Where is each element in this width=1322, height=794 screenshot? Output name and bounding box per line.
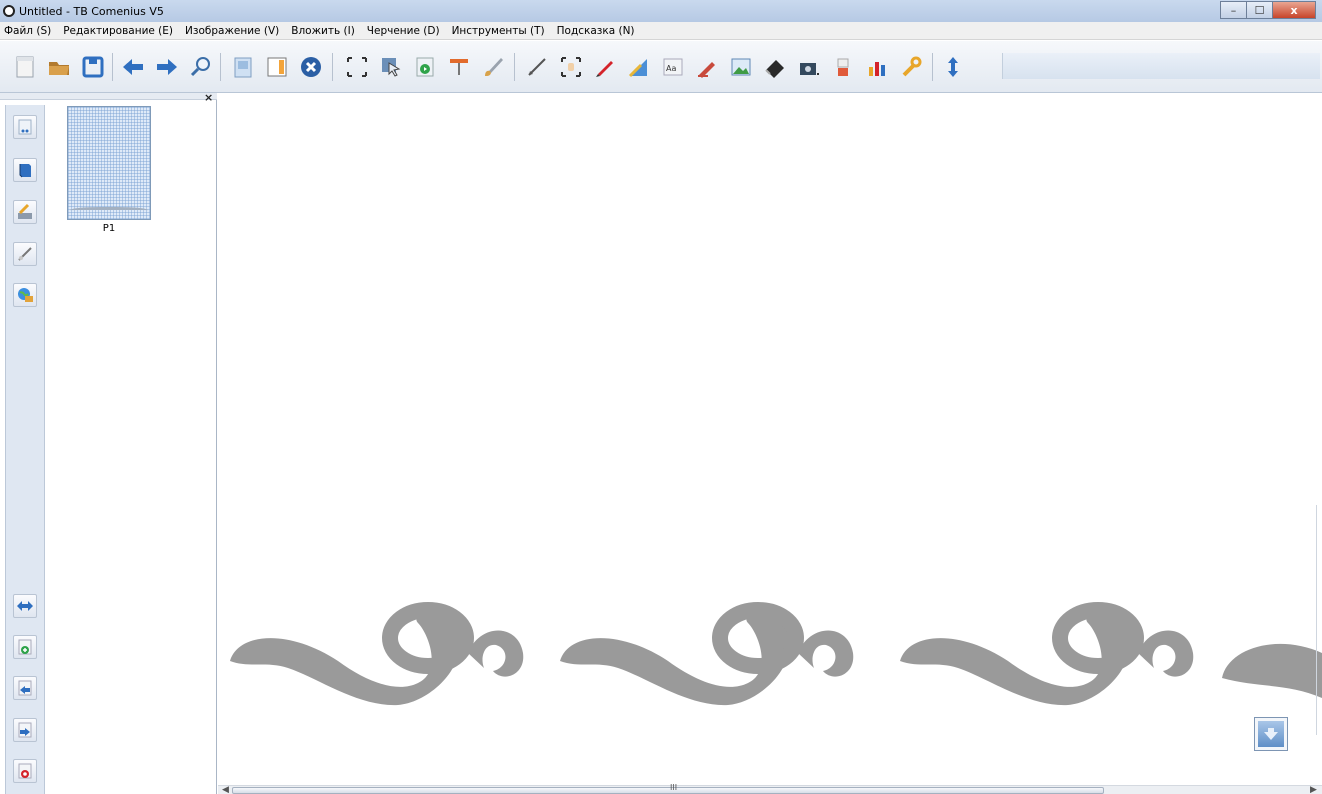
text-icon[interactable]: Aa — [660, 54, 686, 80]
thumbnail-clef-decoration — [70, 207, 148, 215]
scrollbar-thumb[interactable] — [232, 787, 1104, 794]
pointer-icon[interactable] — [378, 54, 404, 80]
scroll-down-button[interactable] — [1254, 717, 1288, 751]
highlighter-icon[interactable] — [694, 54, 720, 80]
page-thumbnail[interactable] — [67, 106, 151, 220]
delete-page-icon[interactable] — [13, 759, 37, 783]
next-page-icon[interactable] — [13, 718, 37, 742]
prev-page-icon[interactable] — [13, 676, 37, 700]
line-icon[interactable] — [524, 54, 550, 80]
horizontal-scrollbar[interactable]: ◀ III ▶ — [218, 783, 1322, 794]
chart-icon[interactable] — [864, 54, 890, 80]
tools-icon[interactable] — [898, 54, 924, 80]
tools-brush-icon[interactable] — [13, 200, 37, 224]
paint-icon[interactable] — [830, 54, 856, 80]
close-button[interactable]: x — [1272, 1, 1316, 19]
title-bar: Untitled - TB Comenius V5 – ☐ x — [0, 0, 1322, 22]
menu-tools[interactable]: Инструменты (T) — [446, 25, 551, 37]
image-icon[interactable] — [728, 54, 754, 80]
minimize-button[interactable]: – — [1220, 1, 1247, 19]
app-icon — [3, 5, 15, 17]
globe-icon[interactable] — [13, 283, 37, 307]
scroll-left-arrow-icon[interactable]: ◀ — [222, 785, 229, 794]
hand-select-icon[interactable] — [558, 54, 584, 80]
menu-draw[interactable]: Черчение (D) — [361, 25, 446, 37]
ruler-icon[interactable] — [626, 54, 652, 80]
window-title: Untitled - TB Comenius V5 — [19, 4, 164, 18]
brush-link-icon[interactable] — [13, 242, 37, 266]
menu-edit[interactable]: Редактирование (E) — [57, 25, 179, 37]
new-page-icon[interactable] — [12, 54, 38, 80]
music-staff-background — [230, 93, 1322, 723]
zoom-icon[interactable] — [188, 54, 214, 80]
page-label: P1 — [102, 223, 116, 234]
record-icon[interactable] — [412, 54, 438, 80]
menu-file[interactable]: Файл (S) — [0, 25, 57, 37]
curtain-icon[interactable] — [446, 54, 472, 80]
open-folder-icon[interactable] — [46, 54, 72, 80]
menu-help[interactable]: Подсказка (N) — [551, 25, 641, 37]
vertical-edge-line — [1316, 505, 1317, 735]
whiteboard-canvas[interactable] — [218, 93, 1322, 785]
select-area-icon[interactable] — [344, 54, 370, 80]
eraser-icon[interactable] — [762, 54, 788, 80]
brush-icon[interactable] — [480, 54, 506, 80]
panel-header — [0, 93, 217, 100]
page-template-icon[interactable] — [13, 115, 37, 139]
pen-icon[interactable] — [592, 54, 618, 80]
toolbar-empty-area — [1002, 53, 1320, 79]
back-arrow-icon[interactable] — [120, 54, 146, 80]
menu-bar: Файл (S) Редактирование (E) Изображение … — [0, 22, 1322, 40]
book-icon[interactable] — [13, 158, 37, 182]
page-icon[interactable] — [230, 54, 256, 80]
scroll-right-arrow-icon[interactable]: ▶ — [1310, 785, 1317, 794]
maximize-button[interactable]: ☐ — [1246, 1, 1273, 19]
scrollbar-grip: III — [670, 783, 678, 792]
panel-close-button[interactable]: × — [204, 91, 213, 104]
treble-clef-ornaments — [230, 602, 1322, 706]
window-controls: – ☐ x — [1220, 1, 1316, 19]
forward-arrow-icon[interactable] — [154, 54, 180, 80]
vertical-resize-icon[interactable] — [940, 54, 966, 80]
page-sorter-panel: × P1 — [0, 91, 217, 794]
menu-image[interactable]: Изображение (V) — [179, 25, 285, 37]
copy-page-icon[interactable] — [264, 54, 290, 80]
main-toolbar: Aa — [0, 41, 1322, 93]
swap-arrows-icon[interactable] — [13, 594, 37, 618]
add-page-icon[interactable] — [13, 635, 37, 659]
svg-text:Aa: Aa — [666, 64, 676, 73]
save-icon[interactable] — [80, 54, 106, 80]
camera-icon[interactable] — [796, 54, 822, 80]
down-arrow-icon — [1258, 721, 1284, 747]
side-toolbar — [5, 105, 45, 794]
delete-icon[interactable] — [298, 54, 324, 80]
menu-insert[interactable]: Вложить (I) — [285, 25, 361, 37]
